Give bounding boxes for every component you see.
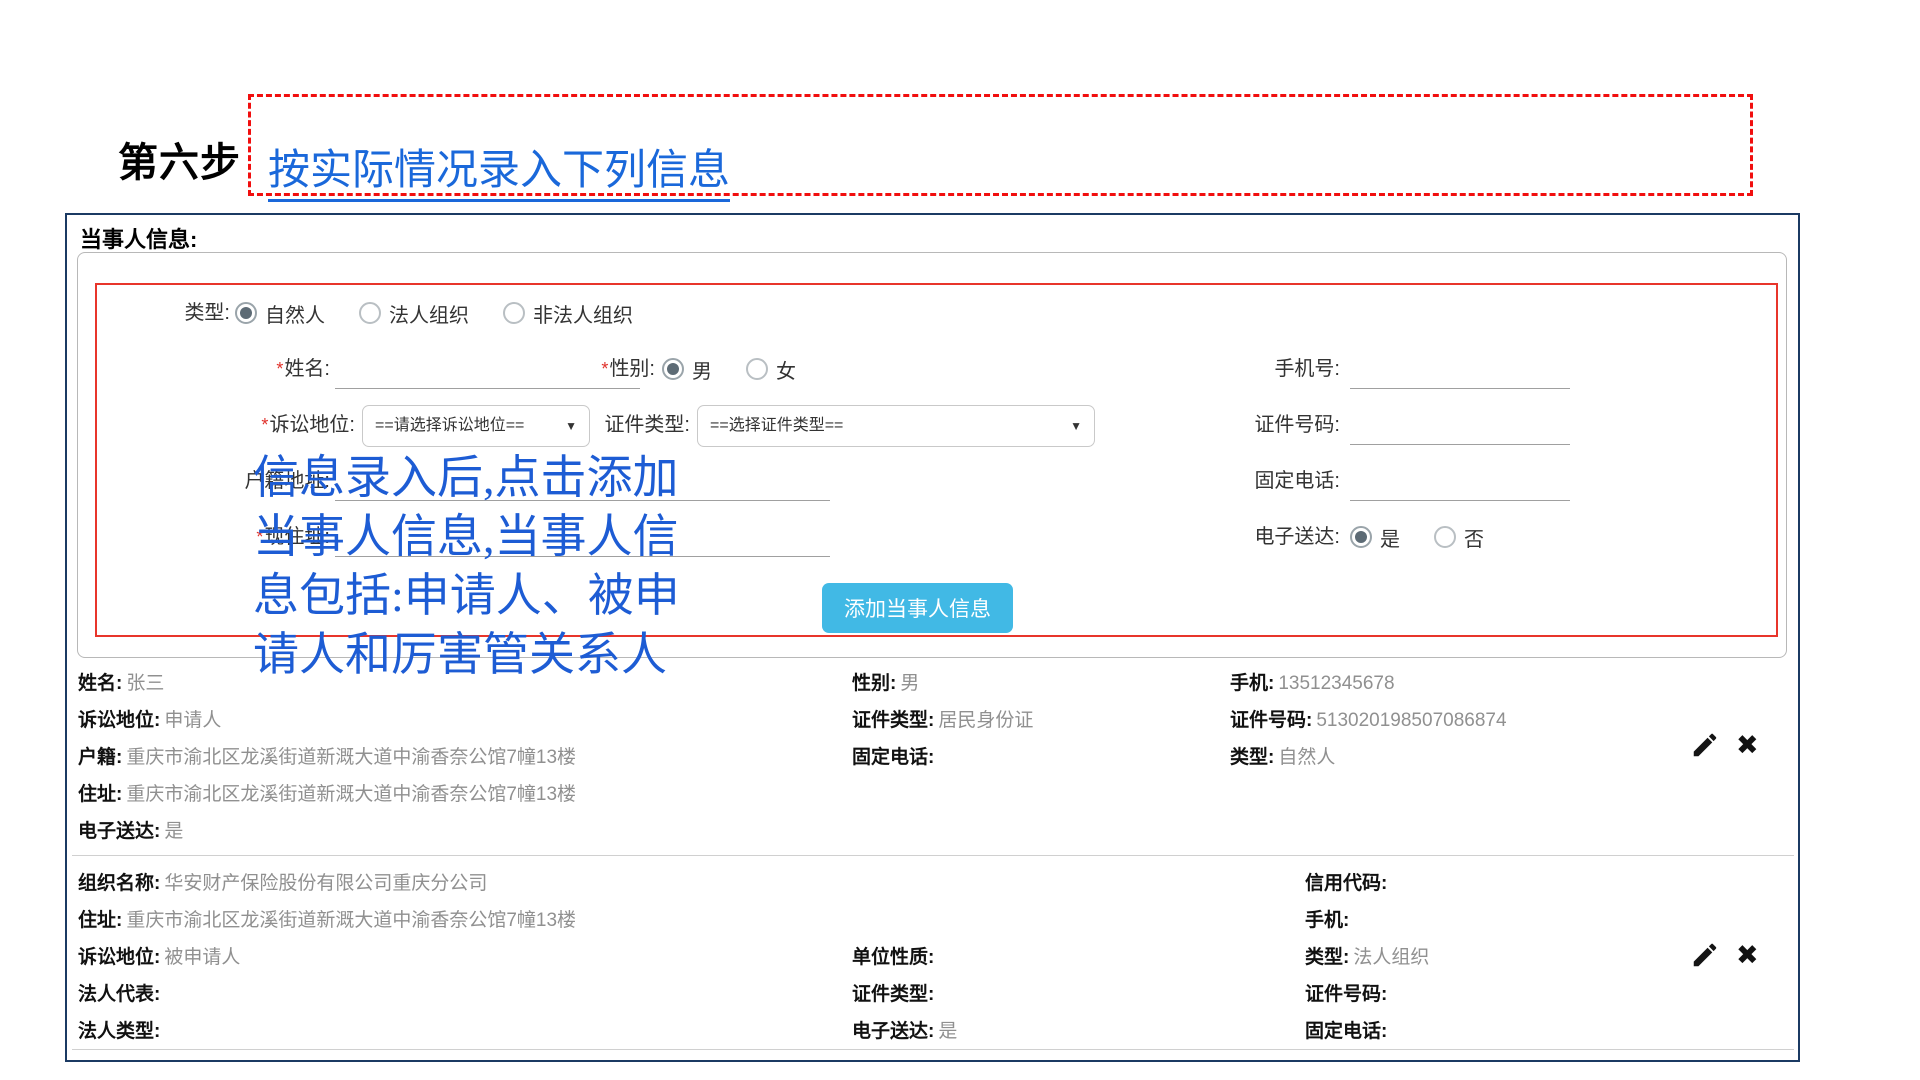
record-field-cert-no: 证件号码:513020198507086874 [1230, 705, 1507, 732]
cert-no-label: 证件号码: [1190, 404, 1340, 446]
type-label: 类型: [125, 292, 230, 334]
required-mark: * [256, 527, 263, 547]
edelivery-radio-group: 是 否 [1350, 516, 1484, 558]
record-field-type: 类型:自然人 [1230, 742, 1335, 769]
record-field-unit-nature: 单位性质: [852, 942, 938, 969]
record-field-hukou: 户籍:重庆市渝北区龙溪街道新溉大道中渝香奈公馆7幢13楼 [78, 742, 576, 769]
gender-label: *性别: [545, 348, 655, 390]
type-radio-group: 自然人 法人组织 非法人组织 [235, 292, 633, 334]
edelivery-yes-label: 是 [1380, 523, 1400, 552]
record-field-credit-code: 信用代码: [1305, 868, 1391, 895]
edit-record-icon[interactable] [1690, 730, 1720, 760]
record-field-status: 诉讼地位:被申请人 [78, 942, 240, 969]
type-unincorporated-org-label: 非法人组织 [533, 299, 633, 328]
cert-type-label: 证件类型: [540, 404, 690, 446]
current-address-label: *现住址: [150, 516, 330, 558]
record-field-address: 住址:重庆市渝北区龙溪街道新溉大道中渝香奈公馆7幢13楼 [78, 779, 576, 806]
delete-record-icon[interactable]: ✖ [1736, 940, 1759, 970]
record-field-mobile: 手机:13512345678 [1230, 668, 1395, 695]
gender-female-label: 女 [776, 355, 796, 384]
edelivery-yes-radio[interactable] [1350, 526, 1372, 548]
record-actions: ✖ [1690, 940, 1759, 970]
current-address-input[interactable] [335, 518, 830, 557]
hukou-input[interactable] [335, 462, 830, 501]
record-field-address: 住址:重庆市渝北区龙溪街道新溉大道中渝香奈公馆7幢13楼 [78, 905, 576, 932]
type-natural-person-label: 自然人 [265, 299, 325, 328]
record-field-cert-no: 证件号码: [1305, 979, 1391, 1006]
record-field-legal-type: 法人类型: [78, 1016, 164, 1043]
gender-radio-group: 男 女 [662, 348, 796, 390]
edelivery-no-radio[interactable] [1434, 526, 1456, 548]
type-natural-person-radio[interactable] [235, 302, 257, 324]
record-field-edelivery: 电子送达:是 [78, 816, 183, 843]
edelivery-label: 电子送达: [1190, 516, 1340, 558]
record-field-fixed-phone: 固定电话: [1305, 1016, 1391, 1043]
panel-title: 当事人信息: [80, 222, 197, 254]
form-row-address: *现住址: 电子送达: 是 否 [0, 516, 1920, 558]
gender-female-radio[interactable] [746, 358, 768, 380]
edit-record-icon[interactable] [1690, 940, 1720, 970]
record-divider [72, 855, 1794, 856]
required-mark: * [276, 359, 283, 379]
form-row-name: *姓名: *性别: 男 女 手机号: [0, 348, 1920, 390]
form-row-type: 类型: 自然人 法人组织 非法人组织 [0, 292, 1920, 334]
form-row-status: *诉讼地位: ==请选择诉讼地位== ▼ 证件类型: ==选择证件类型== ▼ … [0, 404, 1920, 446]
type-unincorporated-org-radio[interactable] [503, 302, 525, 324]
record-actions: ✖ [1690, 730, 1759, 760]
cert-no-input[interactable] [1350, 406, 1570, 445]
record-field-edelivery: 电子送达:是 [852, 1016, 957, 1043]
mobile-input[interactable] [1350, 350, 1570, 389]
fixed-phone-label: 固定电话: [1190, 460, 1340, 502]
cert-type-value: ==选择证件类型== [710, 417, 843, 434]
record-field-org-name: 组织名称:华安财产保险股份有限公司重庆分公司 [78, 868, 487, 895]
litigation-status-label: *诉讼地位: [135, 404, 355, 446]
required-mark: * [261, 415, 268, 435]
form-row-hukou: 户籍地址: 固定电话: [0, 460, 1920, 502]
edelivery-no-label: 否 [1464, 523, 1484, 552]
chevron-down-icon: ▼ [1070, 406, 1082, 446]
bottom-divider [72, 1049, 1794, 1050]
gender-male-label: 男 [692, 355, 712, 384]
delete-record-icon[interactable]: ✖ [1736, 730, 1759, 760]
record-field-legal-rep: 法人代表: [78, 979, 164, 1006]
required-mark: * [601, 359, 608, 379]
type-legal-org-radio[interactable] [359, 302, 381, 324]
record-field-mobile: 手机: [1305, 905, 1353, 932]
litigation-status-value: ==请选择诉讼地位== [375, 417, 524, 434]
record-field-name: 姓名:张三 [78, 668, 164, 695]
type-legal-org-label: 法人组织 [389, 299, 469, 328]
gender-male-radio[interactable] [662, 358, 684, 380]
mobile-label: 手机号: [1190, 348, 1340, 390]
cert-type-select[interactable]: ==选择证件类型== ▼ [697, 405, 1095, 447]
step-badge: 第六步 [118, 130, 241, 188]
record-field-cert-type: 证件类型: [852, 979, 938, 1006]
record-field-cert-type: 证件类型:居民身份证 [852, 705, 1033, 732]
record-field-fixed-phone: 固定电话: [852, 742, 938, 769]
add-party-button[interactable]: 添加当事人信息 [822, 583, 1013, 633]
instruction-link[interactable]: 按实际情况录入下列信息 [268, 136, 730, 202]
record-field-gender: 性别:男 [852, 668, 919, 695]
record-field-status: 诉讼地位:申请人 [78, 705, 221, 732]
record-field-type: 类型:法人组织 [1305, 942, 1429, 969]
hukou-label: 户籍地址: [140, 460, 330, 502]
fixed-phone-input[interactable] [1350, 462, 1570, 501]
name-label: *姓名: [160, 348, 330, 390]
